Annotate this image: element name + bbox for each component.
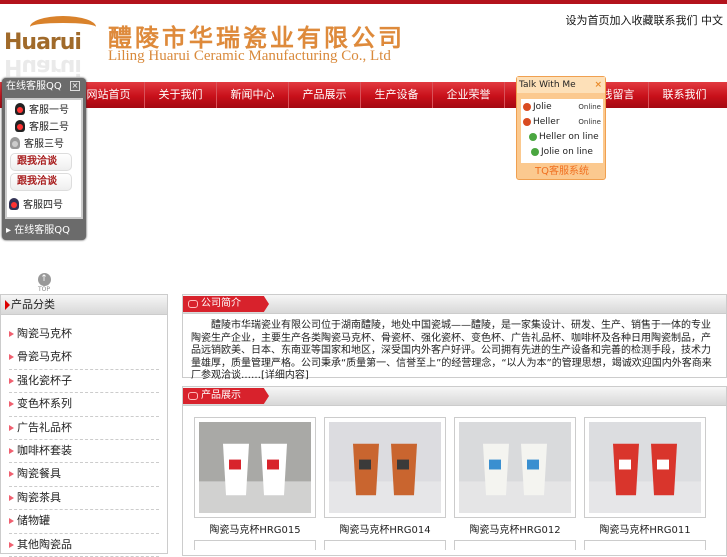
category-item[interactable]: 强化瓷杯子 [9, 370, 159, 394]
nav-item[interactable]: 关于我们 [144, 82, 216, 108]
category-item[interactable]: 陶瓷餐具 [9, 463, 159, 487]
products-title: 产品展示 [183, 388, 269, 404]
category-item[interactable]: 其他陶瓷品 [9, 534, 159, 557]
product-card[interactable]: 陶瓷马克杯HRG015 [194, 417, 316, 536]
qq-penguin-icon [15, 119, 25, 132]
tq-online[interactable]: Heller on line [521, 129, 603, 144]
product-card[interactable] [454, 540, 576, 550]
nav-item[interactable]: 联系我们 [648, 82, 720, 108]
category-item[interactable]: 骨瓷马克杯 [9, 346, 159, 370]
tq-title: Talk With Me [519, 80, 576, 90]
qq-service-panel: 在线客服QQ × 客服一号 客服二号 客服三号 跟我洽谈 跟我洽谈 客服四号 ▸ … [2, 78, 86, 240]
qq-offline-icon [10, 136, 20, 149]
nav-item[interactable]: 生产设备 [360, 82, 432, 108]
qq-contact[interactable]: 客服四号 [7, 195, 81, 212]
top-border [0, 0, 727, 4]
tq-contact[interactable]: Jolie Online [521, 99, 603, 114]
qq-contact-label: 客服二号 [29, 122, 69, 133]
user-icon [529, 132, 537, 141]
product-category-sidebar: 产品分类 陶瓷马克杯 骨瓷马克杯 强化瓷杯子 变色杯系列 广告礼品杯 咖啡杯套装… [0, 294, 168, 557]
product-name[interactable]: 陶瓷马克杯HRG015 [194, 521, 316, 536]
product-image[interactable] [199, 422, 311, 513]
qq-contact[interactable]: 客服三号 [7, 134, 81, 151]
contact-icon [523, 102, 531, 111]
back-to-top[interactable]: ↑ TOP [36, 273, 52, 293]
product-card[interactable]: 陶瓷马克杯HRG012 [454, 417, 576, 536]
nav-item[interactable]: 新闻中心 [216, 82, 288, 108]
user-icon [531, 147, 539, 156]
company-name-en: Liling Huarui Ceramic Manufacturing Co.,… [108, 48, 391, 64]
qq-contact[interactable]: 客服一号 [7, 100, 81, 117]
qq-contact[interactable]: 客服二号 [7, 117, 81, 134]
logo-reflection: Huarui [4, 54, 81, 79]
category-item[interactable]: 储物罐 [9, 510, 159, 534]
category-item[interactable]: 广告礼品杯 [9, 417, 159, 440]
tq-online[interactable]: Jolie on line [521, 144, 603, 159]
company-logo[interactable]: Huarui Huarui [4, 14, 100, 80]
more-link[interactable]: [详细内容] [261, 370, 309, 381]
qq-panel-title: 在线客服QQ [6, 81, 62, 92]
tq-footer[interactable]: TQ客服系统 [517, 162, 607, 177]
category-item[interactable]: 陶瓷茶具 [9, 487, 159, 511]
qq-panel-footer[interactable]: ▸ 在线客服QQ [2, 221, 86, 240]
main-nav: 网站首页 关于我们 新闻中心 产品展示 生产设备 企业荣誉 销售网络 在线留言 … [0, 82, 727, 108]
qq-contact-label: 客服四号 [23, 200, 63, 211]
qq-penguin-icon [15, 102, 25, 115]
nav-item[interactable]: 企业荣誉 [432, 82, 504, 108]
product-image[interactable] [329, 422, 441, 513]
tq-contact[interactable]: Heller Online [521, 114, 603, 129]
about-title: 公司简介 [183, 296, 269, 312]
sidebar-title: 产品分类 [1, 295, 167, 315]
close-icon[interactable]: × [70, 81, 80, 91]
online-label: Heller on line [539, 131, 599, 142]
tq-chat-widget: Talk With Me × Jolie Online Heller Online H… [516, 76, 606, 180]
product-name[interactable]: 陶瓷马克杯HRG014 [324, 521, 446, 536]
category-item[interactable]: 变色杯系列 [9, 393, 159, 417]
top-label: TOP [37, 286, 50, 293]
product-row-2 [194, 540, 706, 550]
product-image[interactable] [589, 422, 701, 513]
about-section: 公司简介 醴陵市华瑞瓷业有限公司位于湖南醴陵，地处中国瓷城——醴陵，是一家集设计… [182, 294, 727, 381]
product-card[interactable] [584, 540, 706, 550]
qq-contact-label: 客服一号 [29, 105, 69, 116]
contact-name: Jolie [533, 101, 552, 112]
top-links[interactable]: 设为首页加入收藏联系我们 中文 [566, 12, 724, 28]
product-card[interactable] [324, 540, 446, 550]
qq-footer-label: 在线客服QQ [14, 225, 70, 236]
chat-button[interactable]: 跟我洽谈 [10, 153, 72, 171]
product-card[interactable] [194, 540, 316, 550]
product-card[interactable]: 陶瓷马克杯HRG011 [584, 417, 706, 536]
qq-contact-label: 客服三号 [24, 139, 64, 150]
product-image[interactable] [459, 422, 571, 513]
products-section: 产品展示 陶瓷马克杯HRG015 陶瓷马克杯HRG014 陶瓷马克杯HRG012… [182, 386, 727, 556]
contact-status: Online [578, 102, 601, 111]
nav-item[interactable]: 产品展示 [288, 82, 360, 108]
category-item[interactable]: 陶瓷马克杯 [9, 323, 159, 346]
contact-icon [523, 117, 531, 126]
product-name[interactable]: 陶瓷马克杯HRG012 [454, 521, 576, 536]
chat-button[interactable]: 跟我洽谈 [10, 173, 72, 191]
product-card[interactable]: 陶瓷马克杯HRG014 [324, 417, 446, 536]
contact-name: Heller [533, 116, 560, 127]
online-label: Jolie on line [541, 146, 593, 157]
category-item[interactable]: 咖啡杯套装 [9, 440, 159, 464]
contact-status: Online [578, 117, 601, 126]
logo-text: Huarui [4, 30, 82, 55]
arrow-up-icon: ↑ [37, 273, 51, 286]
close-icon[interactable]: × [594, 77, 602, 93]
avatar-icon [9, 197, 19, 210]
product-name[interactable]: 陶瓷马克杯HRG011 [584, 521, 706, 536]
